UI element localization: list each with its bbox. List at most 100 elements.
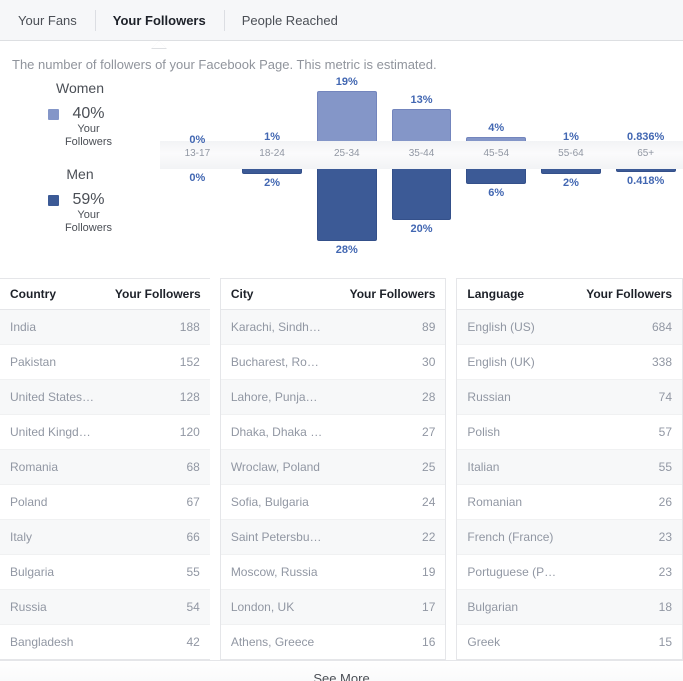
bar-group-55-64[interactable]: 1% 2% 55-64 [534,80,609,270]
cell-label: Pakistan [0,344,105,380]
cell-label: French (France) [457,519,570,555]
table-row: Romanian 26 [457,484,682,520]
tab-bar: Your Fans Your Followers People Reached [0,0,683,49]
table-row: Karachi, Sindh, Pakistan89 [220,309,446,345]
cell-value: 26 [569,484,682,520]
cell-value: 42 [104,624,210,659]
table-row: French (France) 23 [457,519,682,555]
bar-men-55-64[interactable] [541,169,601,174]
bar-group-18-24[interactable]: 1% 2% 18-24 [235,80,310,270]
table-header-row: Country Your Followers [0,279,210,310]
table-row: Dhaka, Dhaka Division,…27 [220,414,446,450]
axis-label-25-34: 25-34 [334,148,360,159]
table-row: Russian 74 [457,379,682,415]
country-table: Country Your Followers India 188 Pakistan 1… [0,279,210,659]
cell-label: Lahore, Punjab, Pakistan [220,379,334,415]
legend-percent-women: 40% [72,105,105,122]
cell-label: Portuguese (Portugal) [457,554,570,590]
legend-sub-men-line1: Your [77,209,100,222]
cell-value: 54 [104,589,210,625]
cell-value: 68 [104,449,210,485]
cell-label: Italy [0,519,105,555]
cell-value: 128 [104,379,210,415]
cell-value: 27 [333,414,446,450]
value-label-women-13-17: 0% [189,134,206,146]
bar-men-25-34[interactable] [316,169,377,241]
bar-group-35-44[interactable]: 13% 20% 35-44 [384,80,459,270]
chart-bars: 0% 0% 13-17 1% 2% 18-24 19% 28% 25-34 13% 20% 35-44… [160,76,683,270]
cell-value: 66 [104,519,210,555]
cell-label: Italian [457,449,570,485]
table-row: Russia 54 [0,589,210,625]
value-label-men-45-54: 6% [488,187,505,199]
tab-your-fans[interactable]: Your Fans [0,0,95,41]
chart-legend: Women 40% Your Followers Men 59% Your Fo… [0,80,160,240]
cell-label: Romania [0,449,105,485]
demographics-tables: Country Your Followers India 188 Pakistan 1… [0,278,683,660]
language-table: Language Your Followers English (US) 684 E… [457,279,682,659]
table-row: Greek 15 [457,624,682,659]
bar-men-65+[interactable] [615,169,676,172]
country-table-panel: Country Your Followers India 188 Pakistan 1… [0,278,210,660]
cell-value: 23 [569,554,682,590]
bar-group-25-34[interactable]: 19% 28% 25-34 [309,76,384,270]
table-row: Poland 67 [0,484,210,520]
axis-label-65+: 65+ [637,148,655,159]
table-row: Bulgaria 55 [0,554,210,590]
table-row: English (UK) 338 [457,344,682,380]
cell-label: Poland [0,484,105,520]
cell-label: English (US) [457,309,570,345]
see-more-button[interactable]: See More [0,660,683,681]
legend-group-women: Women 40% Your Followers [0,80,160,148]
legend-sub-men-line2: Followers [64,221,113,234]
axis-label-13-17: 13-17 [184,148,211,159]
value-label-men-25-34: 28% [335,244,358,256]
table-row: Bangladesh 42 [0,624,210,659]
table-row: Polish 57 [457,414,682,450]
cell-value: 15 [569,624,682,659]
cell-label: Greek [457,624,570,659]
cell-value: 57 [569,414,682,450]
table-row: Romania 68 [0,449,210,485]
value-label-men-13-17: 0% [189,172,206,184]
tab-label: Your Fans [18,12,77,28]
bar-group-13-17[interactable]: 0% 0% 13-17 [160,80,235,270]
table-row: Bucharest, Romania 30 [220,344,446,380]
value-label-women-65+: 0.836% [627,131,665,143]
active-tab-caret-icon [151,40,168,49]
bar-group-45-54[interactable]: 4% 6% 45-54 [459,80,534,270]
tab-your-followers[interactable]: Your Followers [94,0,224,49]
axis-label-45-54: 45-54 [483,148,510,159]
legend-title-women: Women [56,80,104,96]
legend-swatch-women [47,109,59,120]
value-label-men-55-64: 2% [563,177,579,189]
cell-value: 120 [104,414,210,450]
cell-value: 338 [569,344,682,380]
table-row: Sofia, Bulgaria 24 [220,484,446,520]
cell-value: 19 [333,554,446,590]
cell-label: United Kingdom [0,414,105,450]
city-table-body: Karachi, Sindh, Pakistan89Bucharest, Rom… [220,309,446,659]
bar-men-45-54[interactable] [466,169,527,184]
cell-value: 67 [104,484,210,520]
cell-label: Bangladesh [0,624,105,659]
axis-label-35-44: 35-44 [408,148,435,159]
cell-value: 24 [333,484,446,520]
cell-label: Dhaka, Dhaka Division,… [220,414,334,450]
cell-label: Russian [457,379,570,415]
cell-label: Saint Petersburg, Russia [220,519,334,555]
tab-people-reached[interactable]: People Reached [223,0,356,41]
table-row: Wroclaw, Poland 25 [220,449,446,485]
cell-label: India [0,309,105,345]
cell-value: 17 [333,589,446,625]
value-label-men-18-24: 2% [264,177,281,189]
bar-group-65+[interactable]: 0.836% 0.418% 65+ [608,80,683,270]
bar-men-35-44[interactable] [391,169,452,220]
column-header-followers: Your Followers [569,279,682,310]
cell-value: 22 [333,519,446,555]
axis-label-18-24: 18-24 [259,148,285,159]
bar-men-18-24[interactable] [242,169,302,174]
cell-label: Wroclaw, Poland [220,449,334,485]
cell-label: Bucharest, Romania [220,344,334,380]
table-row: English (US) 684 [457,309,682,345]
